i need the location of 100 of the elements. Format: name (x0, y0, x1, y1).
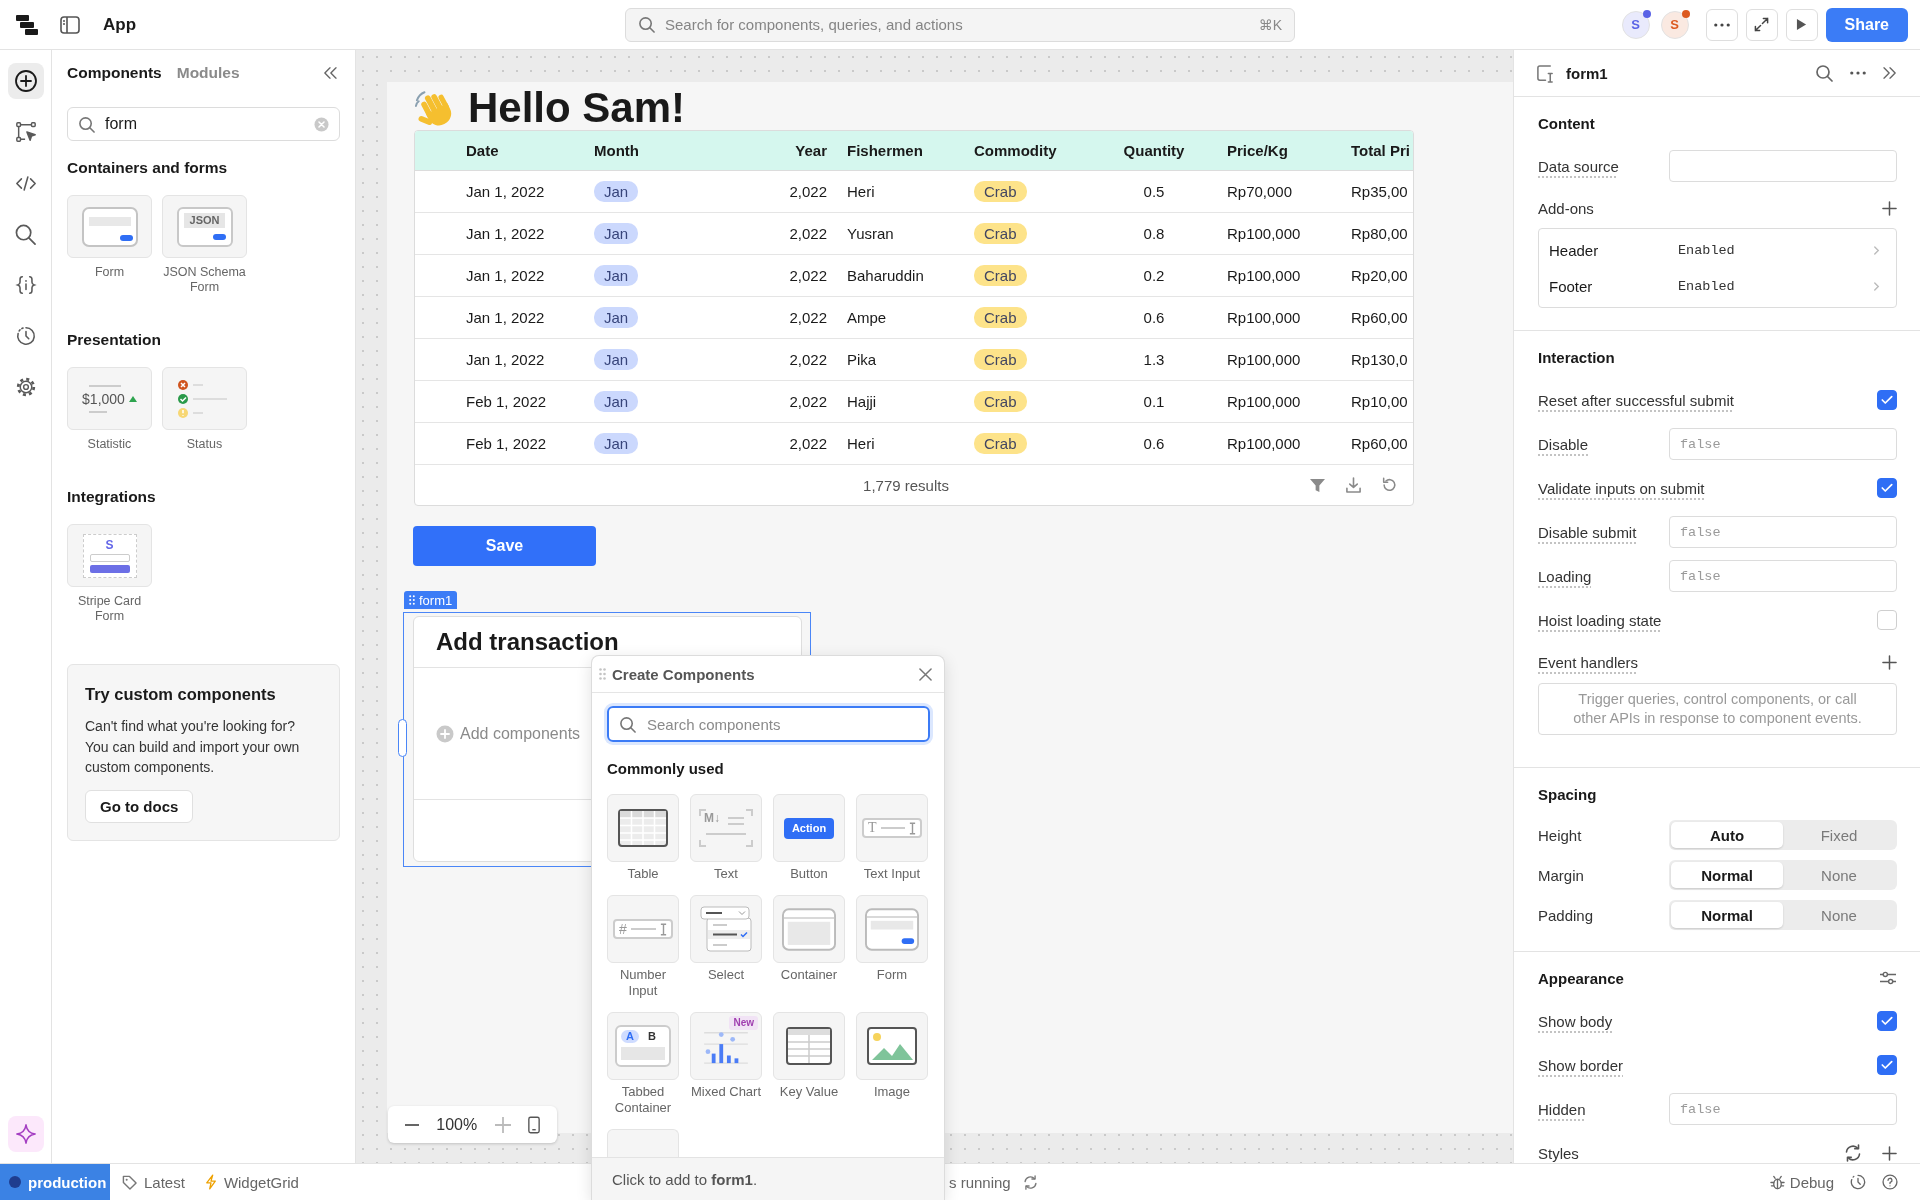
preview-button[interactable] (1785, 8, 1818, 41)
tag-icon (122, 1174, 137, 1190)
addon-status: Enabled (1678, 242, 1735, 258)
refresh-icon[interactable] (1381, 477, 1397, 493)
table-tag: Crab (974, 307, 1027, 328)
column-header[interactable]: Fishermen (837, 142, 964, 159)
component-tile[interactable] (67, 195, 152, 258)
search-field[interactable]: Search components (607, 706, 930, 742)
component-tile[interactable] (607, 794, 679, 862)
component-tile[interactable]: $1,000 (67, 367, 152, 430)
property-input[interactable]: false (1669, 560, 1897, 592)
component-label: Tabbed Container (613, 1084, 673, 1116)
collapse-icon[interactable] (1883, 67, 1897, 79)
column-header[interactable]: Month (584, 142, 712, 159)
environment-button[interactable]: production (0, 1164, 110, 1200)
plus-icon[interactable] (1882, 200, 1897, 216)
plus-icon[interactable] (1882, 654, 1897, 670)
property-input[interactable]: false (1669, 1093, 1897, 1125)
history-icon[interactable] (1850, 1174, 1866, 1190)
checkmark-icon (1881, 395, 1893, 405)
addon-item[interactable]: Header Enabled (1539, 232, 1896, 268)
segment-option[interactable]: None (1783, 902, 1895, 928)
component-tile[interactable]: # (607, 895, 679, 963)
plus-icon[interactable] (1882, 1145, 1897, 1161)
panel-tab[interactable]: Modules (176, 64, 240, 82)
resize-handle[interactable] (398, 719, 407, 757)
component-label: Status (185, 437, 224, 452)
table-cell-text: Rp20,00 (1350, 267, 1409, 284)
checkbox[interactable] (1877, 1011, 1897, 1031)
release-button[interactable]: Latest (122, 1173, 185, 1191)
checkbox[interactable] (1877, 478, 1897, 498)
fullscreen-button[interactable] (1745, 8, 1778, 41)
debug-button[interactable]: Debug (1769, 1173, 1834, 1191)
add-components-button[interactable]: Add components (436, 724, 581, 743)
user-avatar[interactable]: S (1660, 10, 1689, 39)
assistant-button[interactable] (7, 1116, 44, 1152)
segment-option[interactable]: Auto (1671, 822, 1783, 848)
save-button[interactable]: Save (413, 526, 596, 566)
drag-handle-icon[interactable] (599, 668, 606, 680)
component-tile[interactable]: Action (773, 794, 845, 862)
table-cell-text: 0.8 (1142, 225, 1166, 242)
logo-icon[interactable] (16, 14, 38, 35)
sliders-icon[interactable] (1879, 970, 1897, 986)
component-tile[interactable] (773, 1012, 845, 1080)
segment-option[interactable]: Normal (1671, 862, 1783, 888)
segment-option[interactable]: None (1783, 862, 1895, 888)
user-avatar[interactable]: S (1621, 10, 1650, 39)
column-header[interactable]: Year (712, 142, 837, 159)
help-icon[interactable] (1882, 1174, 1898, 1190)
input-glyph: T (868, 821, 877, 835)
component-tile[interactable] (162, 367, 247, 430)
panel-tab[interactable]: Components (67, 64, 162, 82)
sync-icon[interactable] (1844, 1144, 1862, 1162)
segment-option[interactable]: Normal (1671, 902, 1783, 928)
more-icon[interactable] (1850, 71, 1866, 75)
component-tile[interactable]: New (690, 1012, 762, 1080)
search-field[interactable]: form (67, 107, 340, 141)
docs-button[interactable]: Go to docs (85, 789, 194, 823)
property-input[interactable]: false (1669, 516, 1897, 548)
component-tile[interactable]: T (856, 794, 928, 862)
sidebar-toggle-icon[interactable] (60, 15, 80, 34)
table-cell-text: Rp35,00 (1350, 183, 1409, 200)
download-icon[interactable] (1345, 477, 1362, 493)
component-label: Mixed Chart (690, 1084, 762, 1100)
component-name-tag[interactable]: form1 (404, 591, 458, 609)
search-field[interactable]: Search for components, queries, and actions ⌘K (625, 7, 1295, 42)
property-input[interactable]: false (1669, 428, 1897, 460)
addon-item[interactable]: Footer Enabled (1539, 268, 1896, 304)
property-input[interactable] (1669, 150, 1897, 182)
column-header[interactable]: Commodity (964, 142, 1091, 159)
column-header[interactable]: Price/Kg (1217, 142, 1345, 159)
table-cell-text: Jan 1, 2022 (465, 225, 546, 242)
zoom-out-icon[interactable] (404, 1123, 419, 1126)
addon-name: Header (1549, 241, 1600, 259)
component-tile[interactable] (690, 895, 762, 963)
refresh-icon[interactable] (1022, 1174, 1038, 1190)
table-cell-text: 0.5 (1142, 183, 1166, 200)
search-icon[interactable] (1815, 64, 1833, 82)
component-tile[interactable] (773, 895, 845, 963)
column-header[interactable]: Quantity (1091, 142, 1217, 159)
component-tile[interactable] (856, 895, 928, 963)
rail-button[interactable] (7, 63, 44, 99)
component-tile[interactable]: M↓ (690, 794, 762, 862)
checkbox[interactable] (1877, 1055, 1897, 1075)
component-tile[interactable]: JSON (162, 195, 247, 258)
filter-icon[interactable] (1309, 477, 1326, 493)
checkbox[interactable] (1877, 390, 1897, 410)
grid-button[interactable]: WidgetGrid (204, 1173, 299, 1191)
column-header[interactable]: Date (456, 142, 584, 159)
column-header[interactable]: Total Pri (1345, 142, 1413, 159)
component-tile[interactable] (856, 1012, 928, 1080)
component-tile[interactable] (607, 1129, 679, 1157)
phone-icon[interactable] (528, 1115, 541, 1134)
collapse-icon[interactable] (323, 67, 337, 79)
component-tile[interactable]: S (67, 524, 152, 587)
share-button[interactable]: Share (1825, 7, 1908, 42)
component-tile[interactable]: A B (607, 1012, 679, 1080)
section-title: Interaction (1538, 348, 1615, 366)
segment-option[interactable]: Fixed (1783, 822, 1895, 848)
close-icon[interactable] (919, 667, 932, 681)
